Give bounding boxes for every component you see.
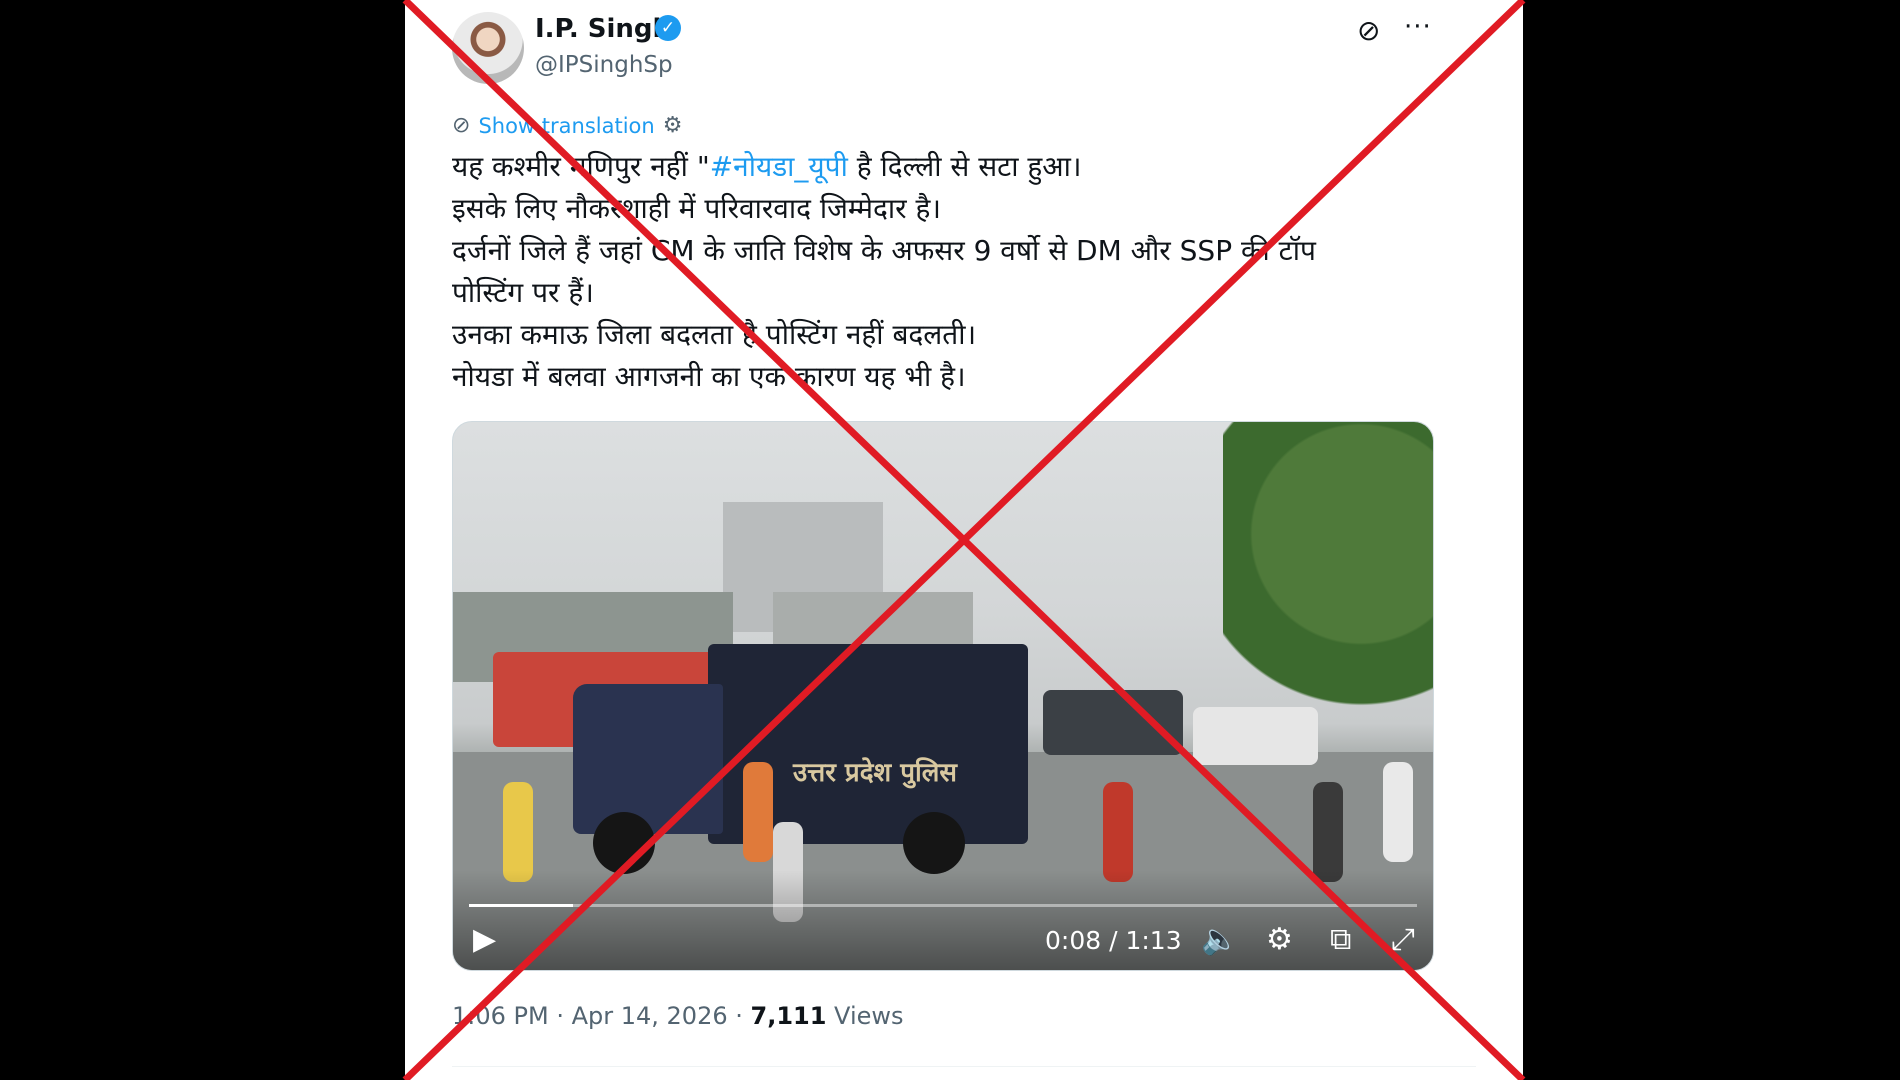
fact-check-cross-overlay bbox=[402, 0, 1526, 1080]
